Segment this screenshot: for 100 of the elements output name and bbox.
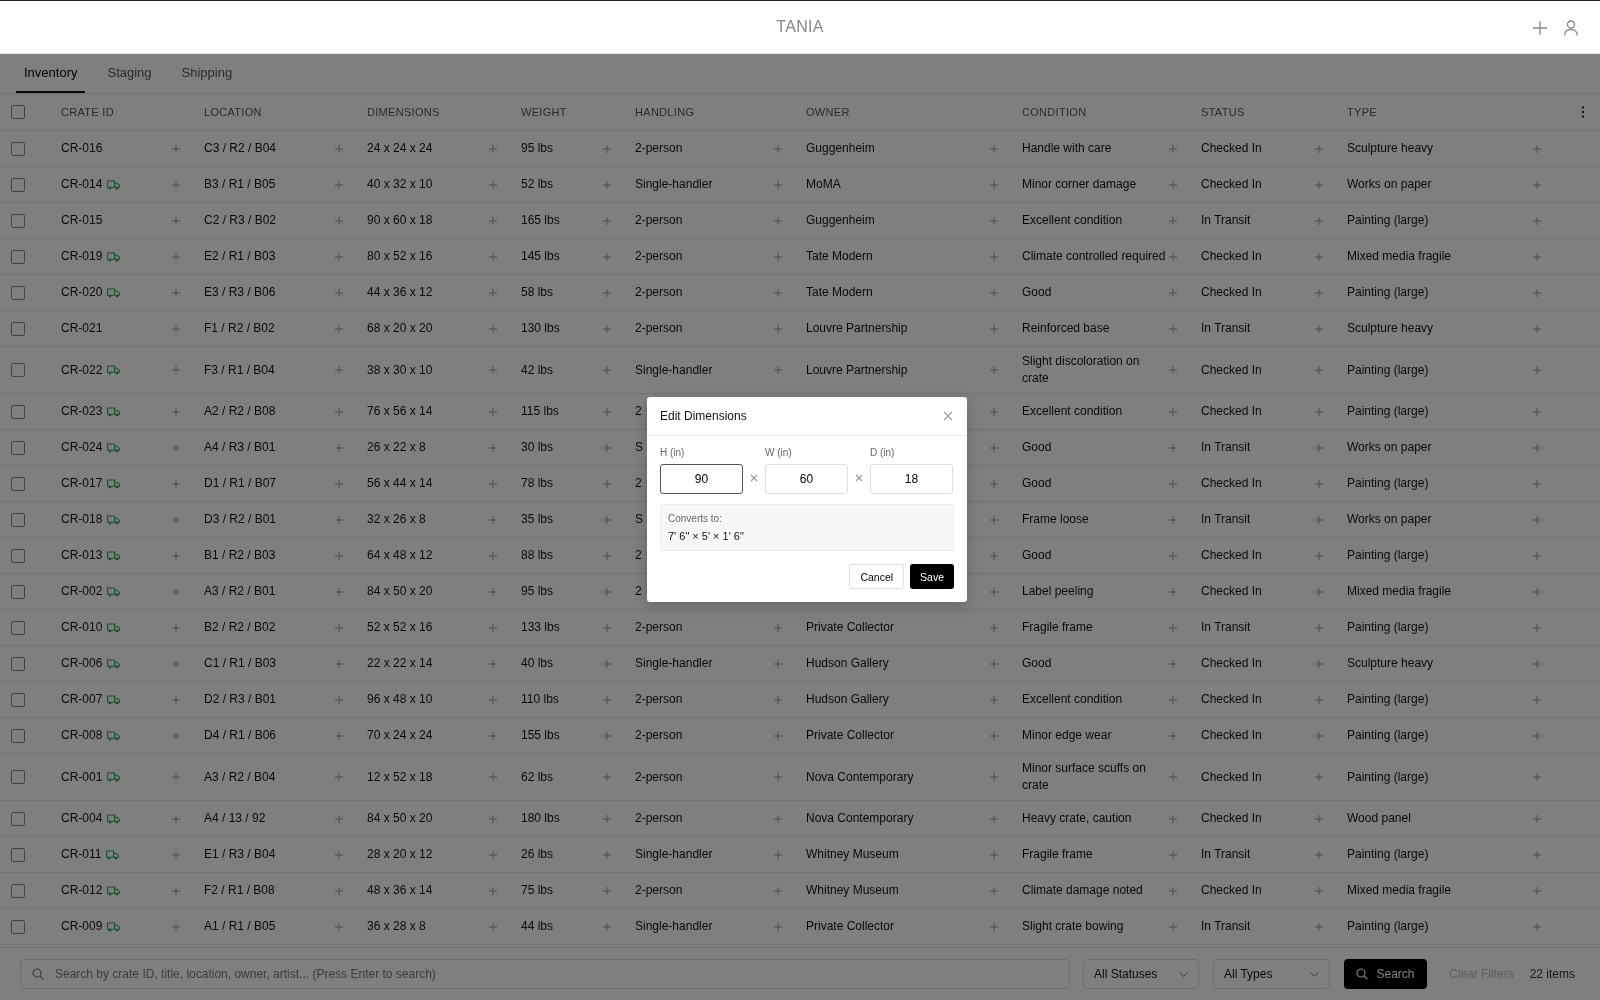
add-icon[interactable] xyxy=(489,731,497,740)
add-icon[interactable] xyxy=(172,814,180,823)
row-checkbox[interactable] xyxy=(11,692,25,707)
add-icon[interactable] xyxy=(335,773,343,781)
add-icon[interactable] xyxy=(1533,659,1541,668)
add-icon[interactable] xyxy=(489,587,497,596)
add-icon[interactable] xyxy=(1533,252,1541,261)
add-icon[interactable] xyxy=(172,659,180,668)
add-icon[interactable] xyxy=(489,814,497,823)
add-icon[interactable] xyxy=(1315,623,1323,632)
add-icon[interactable] xyxy=(489,324,497,333)
add-icon[interactable] xyxy=(990,659,998,668)
add-icon[interactable] xyxy=(335,850,343,859)
add-icon[interactable] xyxy=(1169,922,1177,931)
add-icon[interactable] xyxy=(172,443,180,452)
add-icon[interactable] xyxy=(172,407,180,416)
add-icon[interactable] xyxy=(1533,180,1541,189)
add-icon[interactable] xyxy=(990,479,998,488)
add-icon[interactable] xyxy=(335,288,343,297)
add-icon[interactable] xyxy=(774,180,782,189)
add-icon[interactable] xyxy=(489,144,497,153)
add-icon[interactable] xyxy=(1533,623,1541,632)
row-checkbox[interactable] xyxy=(11,141,25,156)
tab[interactable]: Staging xyxy=(99,54,160,93)
add-icon[interactable] xyxy=(1169,216,1177,225)
add-icon[interactable] xyxy=(774,324,782,333)
add-icon[interactable] xyxy=(335,623,343,632)
add-icon[interactable] xyxy=(1533,886,1541,895)
add-icon[interactable] xyxy=(1533,773,1541,781)
add-icon[interactable] xyxy=(172,288,180,297)
add-icon[interactable] xyxy=(172,850,180,859)
add-icon[interactable] xyxy=(774,366,782,374)
add-icon[interactable] xyxy=(1533,515,1541,524)
row-checkbox[interactable] xyxy=(11,883,25,898)
add-icon[interactable] xyxy=(1169,850,1177,859)
add-icon[interactable] xyxy=(1169,407,1177,416)
add-icon[interactable] xyxy=(489,922,497,931)
add-icon[interactable] xyxy=(1169,731,1177,740)
add-icon[interactable] xyxy=(1169,623,1177,632)
add-icon[interactable] xyxy=(990,180,998,189)
add-icon[interactable] xyxy=(1315,659,1323,668)
add-icon[interactable] xyxy=(774,216,782,225)
row-checkbox[interactable] xyxy=(11,847,25,862)
add-icon[interactable] xyxy=(990,216,998,225)
add-icon[interactable] xyxy=(1169,814,1177,823)
add-icon[interactable] xyxy=(990,324,998,333)
add-icon[interactable] xyxy=(335,216,343,225)
add-icon[interactable] xyxy=(489,366,497,374)
add-icon[interactable] xyxy=(1169,479,1177,488)
add-icon[interactable] xyxy=(603,623,611,632)
add-icon[interactable] xyxy=(1315,587,1323,596)
more-options-icon[interactable] xyxy=(1580,106,1585,118)
row-checkbox[interactable] xyxy=(11,620,25,635)
add-icon[interactable] xyxy=(990,695,998,704)
add-icon[interactable] xyxy=(1169,252,1177,261)
add-icon[interactable] xyxy=(603,886,611,895)
add-icon[interactable] xyxy=(1315,407,1323,416)
add-icon[interactable] xyxy=(1315,731,1323,740)
add-icon[interactable] xyxy=(1533,479,1541,488)
add-icon[interactable] xyxy=(603,443,611,452)
row-checkbox[interactable] xyxy=(11,249,25,264)
dimension-field[interactable]: 90 xyxy=(660,464,743,494)
add-icon[interactable] xyxy=(990,288,998,297)
add-icon[interactable] xyxy=(1533,850,1541,859)
add-icon[interactable] xyxy=(1169,886,1177,895)
add-icon[interactable] xyxy=(172,324,180,333)
add-icon[interactable] xyxy=(489,773,497,781)
add-icon[interactable] xyxy=(1315,695,1323,704)
add-icon[interactable] xyxy=(990,407,998,416)
row-checkbox[interactable] xyxy=(11,321,25,336)
add-icon[interactable] xyxy=(774,731,782,740)
add-icon[interactable] xyxy=(1169,144,1177,153)
select-all-checkbox[interactable] xyxy=(11,105,25,119)
add-icon[interactable] xyxy=(990,850,998,859)
add-icon[interactable] xyxy=(489,515,497,524)
add-icon[interactable] xyxy=(990,144,998,153)
add-icon[interactable] xyxy=(172,731,180,740)
add-icon[interactable] xyxy=(1169,773,1177,781)
row-checkbox[interactable] xyxy=(11,285,25,300)
add-icon[interactable] xyxy=(489,623,497,632)
close-icon[interactable] xyxy=(943,411,953,421)
add-icon[interactable] xyxy=(1315,850,1323,859)
status-dropdown[interactable]: All Statuses xyxy=(1083,959,1199,989)
add-icon[interactable] xyxy=(774,814,782,823)
add-icon[interactable] xyxy=(603,216,611,225)
add-icon[interactable] xyxy=(1315,479,1323,488)
add-icon[interactable] xyxy=(1169,587,1177,596)
add-icon[interactable] xyxy=(335,886,343,895)
search-field[interactable]: Search by crate ID, title, location, owner, artist... (Press Enter to search) xyxy=(20,959,1070,989)
row-checkbox[interactable] xyxy=(11,404,25,419)
add-icon[interactable] xyxy=(335,479,343,488)
add-icon[interactable] xyxy=(990,587,998,596)
add-icon[interactable] xyxy=(489,288,497,297)
add-icon[interactable] xyxy=(172,623,180,632)
add-icon[interactable] xyxy=(603,850,611,859)
save-button[interactable]: Save xyxy=(910,564,954,589)
add-icon[interactable] xyxy=(774,144,782,153)
add-icon[interactable] xyxy=(335,180,343,189)
search-button[interactable]: Search xyxy=(1344,959,1427,989)
add-icon[interactable] xyxy=(1533,407,1541,416)
